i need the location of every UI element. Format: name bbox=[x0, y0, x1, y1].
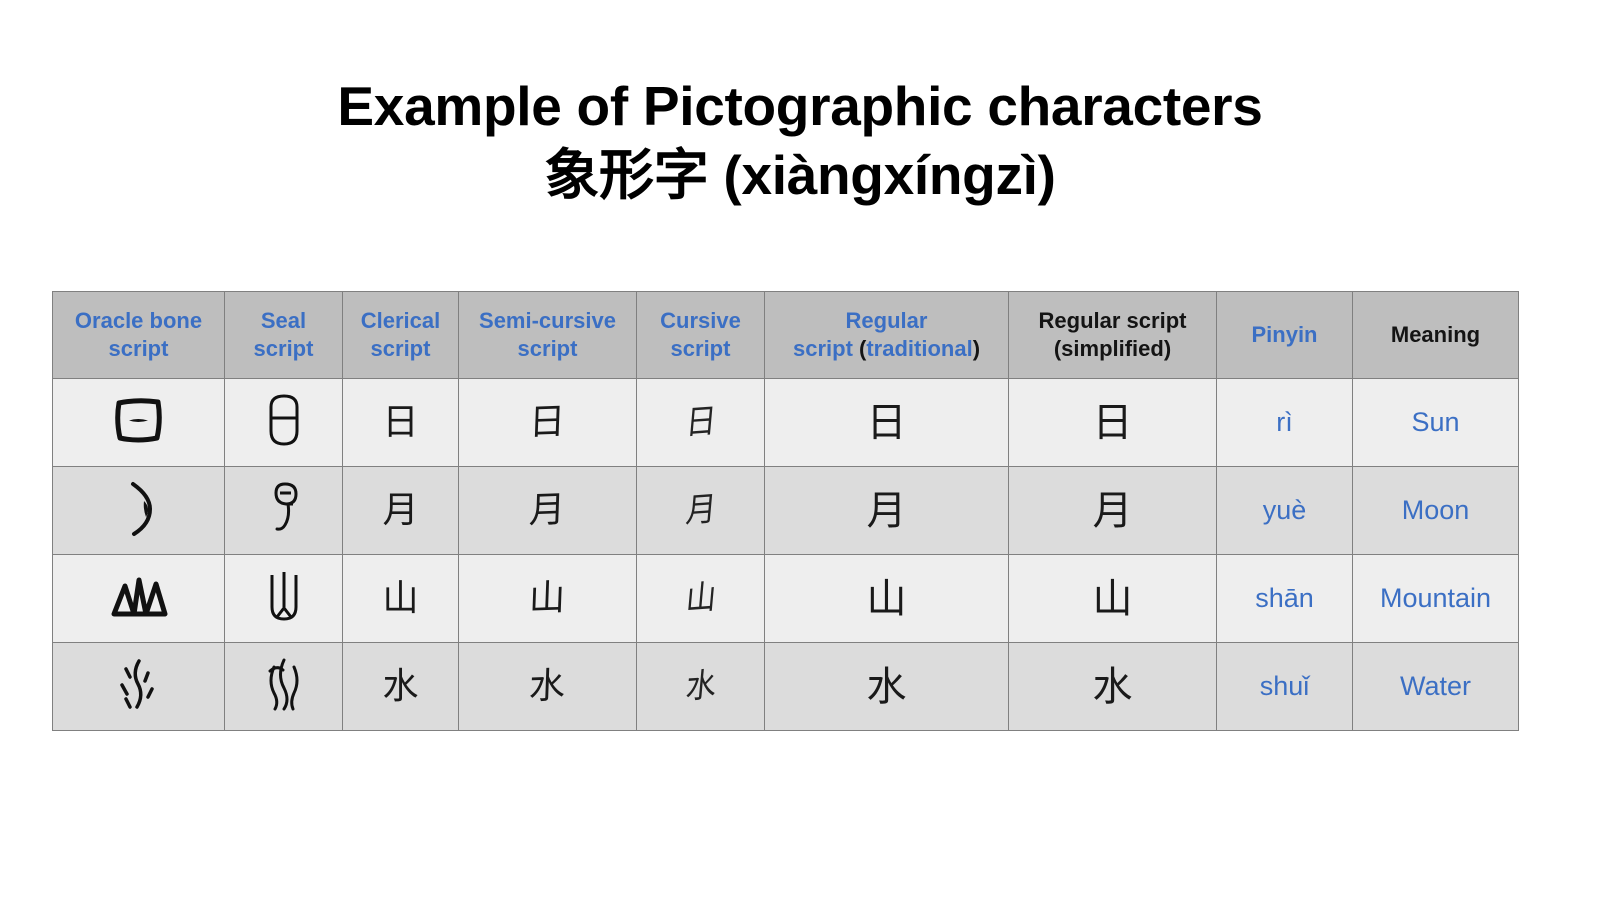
cell-semi-cursive: 山 bbox=[458, 554, 637, 643]
header-line-2: script bbox=[517, 336, 578, 361]
header-line-2: script bbox=[670, 336, 731, 361]
cell-cursive: 山 bbox=[636, 554, 765, 643]
column-header-oracle-bone-script: Oracle bone script bbox=[52, 291, 225, 379]
sun-seal-glyph-icon bbox=[264, 391, 304, 449]
mountain-oracle-glyph-icon bbox=[108, 572, 170, 620]
column-header-seal-script: Seal script bbox=[224, 291, 343, 379]
column-header-meaning: Meaning bbox=[1352, 291, 1519, 379]
table-row: 山 山 山 山 山 shān Mountain bbox=[52, 554, 1519, 643]
cell-semi-cursive: 月 bbox=[458, 466, 637, 555]
table-header-row: Oracle bone script Seal script Clerical … bbox=[52, 291, 1519, 379]
cell-cursive: 月 bbox=[636, 466, 765, 555]
header-line-2: script (traditional) bbox=[765, 335, 1008, 363]
header-line-1: Seal bbox=[260, 307, 307, 333]
cell-pinyin: shān bbox=[1216, 554, 1353, 643]
header-line-2-close-paren: ) bbox=[972, 336, 981, 361]
cell-pinyin: yuè bbox=[1216, 466, 1353, 555]
cell-clerical: 日 bbox=[342, 378, 459, 467]
sun-oracle-glyph-icon bbox=[110, 394, 168, 446]
cell-regular-traditional: 水 bbox=[764, 642, 1009, 731]
cell-clerical: 月 bbox=[342, 466, 459, 555]
cell-seal bbox=[224, 466, 343, 555]
cell-meaning: Water bbox=[1352, 642, 1519, 731]
moon-oracle-glyph-icon bbox=[122, 479, 156, 537]
cursive-glyph: 水 bbox=[683, 665, 718, 707]
column-header-clerical-script: Clerical script bbox=[342, 291, 459, 379]
cell-regular-traditional: 月 bbox=[764, 466, 1009, 555]
semi-cursive-glyph: 山 bbox=[528, 576, 567, 620]
header-line-2: (simplified) bbox=[1053, 336, 1172, 361]
table-row: 水 水 水 水 水 shuǐ Water bbox=[52, 642, 1519, 731]
header-line-1: Clerical bbox=[360, 307, 441, 333]
semi-cursive-glyph: 日 bbox=[528, 400, 567, 444]
header-line-2-link: traditional bbox=[866, 336, 973, 361]
cell-meaning: Sun bbox=[1352, 378, 1519, 467]
table-row: 月 月 月 月 月 yuè Moon bbox=[52, 466, 1519, 555]
header-line-2: script bbox=[370, 336, 431, 361]
cell-seal bbox=[224, 554, 343, 643]
cell-oracle-bone bbox=[52, 554, 225, 643]
slide-root: Example of Pictographic characters 象形字 (… bbox=[0, 0, 1600, 900]
cell-regular-simplified: 日 bbox=[1008, 378, 1217, 467]
cursive-glyph: 山 bbox=[683, 577, 718, 619]
header-line-2-prefix: script bbox=[792, 336, 860, 361]
cell-semi-cursive: 水 bbox=[458, 642, 637, 731]
cell-seal bbox=[224, 378, 343, 467]
cell-regular-traditional: 日 bbox=[764, 378, 1009, 467]
table-body: 日 日 日 日 日 rì Sun 月 月 月 月 月 yuè Moon 山 山 … bbox=[52, 378, 1519, 731]
cell-clerical: 山 bbox=[342, 554, 459, 643]
header-line-1: Regular script bbox=[1038, 307, 1187, 333]
cell-regular-simplified: 水 bbox=[1008, 642, 1217, 731]
cell-oracle-bone bbox=[52, 642, 225, 731]
cell-clerical: 水 bbox=[342, 642, 459, 731]
table-row: 日 日 日 日 日 rì Sun bbox=[52, 378, 1519, 467]
header-line-1: Regular bbox=[845, 307, 928, 333]
header-line-1: Oracle bone bbox=[74, 307, 203, 333]
column-header-semi-cursive-script: Semi-cursive script bbox=[458, 291, 637, 379]
header-line-1: Pinyin bbox=[1251, 321, 1318, 347]
title-line-2: 象形字 (xiàngxíngzì) bbox=[544, 144, 1056, 207]
header-line-2: script bbox=[253, 336, 314, 361]
cell-regular-traditional: 山 bbox=[764, 554, 1009, 643]
cell-semi-cursive: 日 bbox=[458, 378, 637, 467]
cursive-glyph: 月 bbox=[683, 489, 718, 531]
header-line-1: Semi-cursive bbox=[479, 307, 616, 333]
water-seal-glyph-icon bbox=[262, 655, 306, 713]
header-line-2: script bbox=[108, 336, 169, 361]
cell-meaning: Moon bbox=[1352, 466, 1519, 555]
mountain-seal-glyph-icon bbox=[263, 567, 305, 625]
page-title: Example of Pictographic characters 象形字 (… bbox=[0, 72, 1600, 211]
column-header-regular-script-simplified: Regular script (simplified) bbox=[1008, 291, 1217, 379]
semi-cursive-glyph: 水 bbox=[528, 664, 567, 708]
cell-oracle-bone bbox=[52, 378, 225, 467]
cell-regular-simplified: 山 bbox=[1008, 554, 1217, 643]
title-line-1: Example of Pictographic characters bbox=[337, 75, 1263, 137]
cell-cursive: 日 bbox=[636, 378, 765, 467]
table-header: Oracle bone script Seal script Clerical … bbox=[52, 291, 1519, 379]
column-header-regular-script-traditional: Regular script (traditional) bbox=[764, 291, 1009, 379]
cursive-glyph: 日 bbox=[683, 401, 718, 443]
cell-oracle-bone bbox=[52, 466, 225, 555]
semi-cursive-glyph: 月 bbox=[528, 488, 567, 532]
script-comparison-table-wrapper: Oracle bone script Seal script Clerical … bbox=[52, 291, 1519, 731]
cell-cursive: 水 bbox=[636, 642, 765, 731]
cell-meaning: Mountain bbox=[1352, 554, 1519, 643]
moon-seal-glyph-icon bbox=[264, 479, 304, 537]
column-header-pinyin: Pinyin bbox=[1216, 291, 1353, 379]
header-line-1: Cursive bbox=[660, 307, 741, 333]
cell-seal bbox=[224, 642, 343, 731]
column-header-cursive-script: Cursive script bbox=[636, 291, 765, 379]
cell-pinyin: shuǐ bbox=[1216, 642, 1353, 731]
water-oracle-glyph-icon bbox=[112, 655, 166, 713]
script-comparison-table: Oracle bone script Seal script Clerical … bbox=[52, 291, 1519, 731]
header-line-1: Meaning bbox=[1390, 321, 1481, 347]
cell-pinyin: rì bbox=[1216, 378, 1353, 467]
cell-regular-simplified: 月 bbox=[1008, 466, 1217, 555]
